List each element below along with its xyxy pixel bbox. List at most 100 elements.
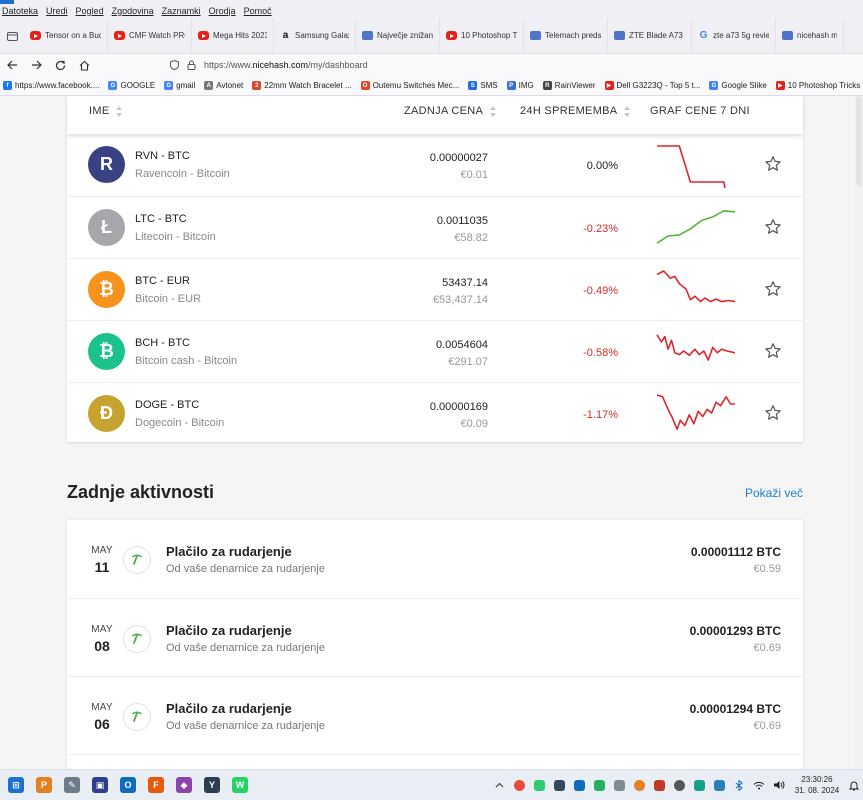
browser-tab[interactable]: 10 Photoshop Tr [440,17,524,54]
browser-tab[interactable]: a Samsung Galaxy [274,17,356,54]
column-header-price[interactable]: ZADNJA CENA [404,105,497,117]
tray-app-icon[interactable] [571,777,587,793]
column-header-name[interactable]: IME [89,105,123,117]
tray-app-icon[interactable] [591,777,607,793]
text-app[interactable]: Y [198,770,226,800]
menu-orodja[interactable]: Orodja [209,6,236,16]
tray-app-icon[interactable] [671,777,687,793]
market-pair[interactable]: RVN - BTC [135,150,190,162]
column-header-change[interactable]: 24H SPREMEMBA [520,105,631,117]
browser-tab[interactable]: Tensor on a Bud [24,17,108,54]
sort-icon[interactable] [490,105,497,117]
activity-item[interactable]: MAY 06 Plačilo za rudarjenje Od vaše denarn… [67,676,803,754]
paint-icon: ◆ [176,777,192,793]
bookmark-item[interactable]: P IMG [506,81,534,90]
bookmark-item[interactable]: A Avtonet [204,81,243,90]
notification-icon[interactable] [845,780,863,791]
activity-item[interactable]: MAY 08 Plačilo za rudarjenje Od vaše denarn… [67,598,803,676]
tray-app-icon[interactable] [611,777,627,793]
paint-app[interactable]: ◆ [170,770,198,800]
menu-zgodovina[interactable]: Zgodovina [112,6,154,16]
menu-uredi[interactable]: Uredi [46,6,68,16]
market-pair[interactable]: DOGE - BTC [135,399,199,411]
activity-item[interactable]: MAY 11 Plačilo za rudarjenje Od vaše denarn… [67,520,803,598]
market-row[interactable]: Ð DOGE - BTC Dogecoin - Bitcoin 0.00000169 €… [67,382,803,444]
column-name-label: IME [89,105,110,117]
sort-icon[interactable] [624,105,631,117]
tray-app-icon[interactable] [691,777,707,793]
menu-pomoc[interactable]: Pomoč [244,6,272,16]
wifi-icon[interactable] [751,777,767,793]
page-scrollbar[interactable] [855,96,863,769]
browser-tab[interactable]: Gzte a73 5g revie [692,17,776,54]
back-icon[interactable] [0,54,24,76]
start-button[interactable]: ⊞ [2,770,30,800]
youtube-icon [198,31,209,40]
bookmark-item[interactable]: 2 22mm Watch Bracelet ... [252,81,352,90]
favorite-star-icon[interactable] [764,280,782,298]
firefox-app[interactable]: F [142,770,170,800]
market-row[interactable]: R RVN - BTC Ravencoin - Bitcoin 0.00000027 €… [67,134,803,196]
market-pair[interactable]: BCH - BTC [135,337,190,349]
bookmark-item[interactable]: R RainViewer [542,81,596,90]
favorite-star-icon[interactable] [764,404,782,422]
tools-app[interactable]: ✎ [58,770,86,800]
bookmark-item[interactable]: S SMS [468,81,498,90]
tab-list-icon[interactable] [0,18,24,54]
bookmark-favicon-icon: ▶ [775,81,785,90]
forward-icon[interactable] [24,54,48,76]
scrollbar-thumb[interactable] [856,96,862,186]
reload-icon[interactable] [48,54,72,76]
tray-app-icon[interactable] [711,777,727,793]
bookmark-item[interactable]: f https://www.facebook.... [3,81,99,90]
bookmark-item[interactable]: O Outemu Switches Mec... [360,81,459,90]
clock[interactable]: 23:30:26 31. 08. 2024 [789,774,845,796]
market-row[interactable]: ₿ BCH - BTC Bitcoin cash - Bitcoin 0.005460… [67,320,803,382]
activity-subtitle: Od vaše denarnice za rudarjenje [166,720,325,732]
show-more-link[interactable]: Pokaži več [745,486,803,500]
home-icon[interactable] [72,54,96,76]
site-icon [614,31,625,40]
bookmark-favicon-icon: S [468,81,478,90]
lock-icon[interactable] [187,60,196,70]
outlook-app[interactable]: O [114,770,142,800]
sparkline-series [656,210,736,244]
volume-icon[interactable] [771,777,787,793]
sort-icon[interactable] [116,105,123,117]
browser-tab[interactable]: ZTE Blade A73 5 [608,17,692,54]
bookmark-item[interactable]: G Google Slike [709,81,767,90]
tray-app-icon[interactable] [631,777,647,793]
bookmark-label: Dell G3223Q - Top 5 t... [616,81,701,90]
menu-zaznamki[interactable]: Zaznamki [162,6,201,16]
whatsapp-app[interactable]: W [226,770,254,800]
favorite-star-icon[interactable] [764,218,782,236]
menu-pogled[interactable]: Pogled [76,6,104,16]
market-row[interactable]: ₿ BTC - EUR Bitcoin - EUR 53437.14 €53,437.1… [67,258,803,320]
shield-icon[interactable] [170,60,179,70]
save-app[interactable]: ▣ [86,770,114,800]
tray-app-icon[interactable] [651,777,667,793]
market-pair[interactable]: LTC - BTC [135,213,187,225]
tray-app-icon[interactable] [531,777,547,793]
url-bar[interactable]: https://www. nicehash.com/my/dashboard [170,56,863,74]
browser-tab[interactable]: nicehash min [776,17,844,54]
browser-tab[interactable]: CMF Watch PRO [108,17,192,54]
bluetooth-icon[interactable] [731,777,747,793]
change-24h: -0.23% [583,223,618,235]
bookmark-item[interactable]: G GOOGLE [108,81,155,90]
bookmark-item[interactable]: Ggmail [164,81,195,90]
search-app[interactable]: P [30,770,58,800]
browser-tab[interactable]: Telemach predst [524,17,608,54]
bookmark-item[interactable]: ▶ Dell G3223Q - Top 5 t... [604,81,701,90]
bookmark-item[interactable]: ▶10 Photoshop Tricks t... [775,81,863,90]
favorite-star-icon[interactable] [764,155,782,173]
market-row[interactable]: Ł LTC - BTC Litecoin - Bitcoin 0.0011035 €58… [67,196,803,258]
menu-datoteka[interactable]: Datoteka [2,6,38,16]
tray-app-icon[interactable] [551,777,567,793]
market-pair[interactable]: BTC - EUR [135,275,190,287]
favorite-star-icon[interactable] [764,342,782,360]
browser-tab[interactable]: Mega Hits 2023 [192,17,274,54]
browser-tab[interactable]: Največje znižanj [356,17,440,54]
chevron-up-icon[interactable] [491,777,507,793]
tray-app-icon[interactable] [511,777,527,793]
